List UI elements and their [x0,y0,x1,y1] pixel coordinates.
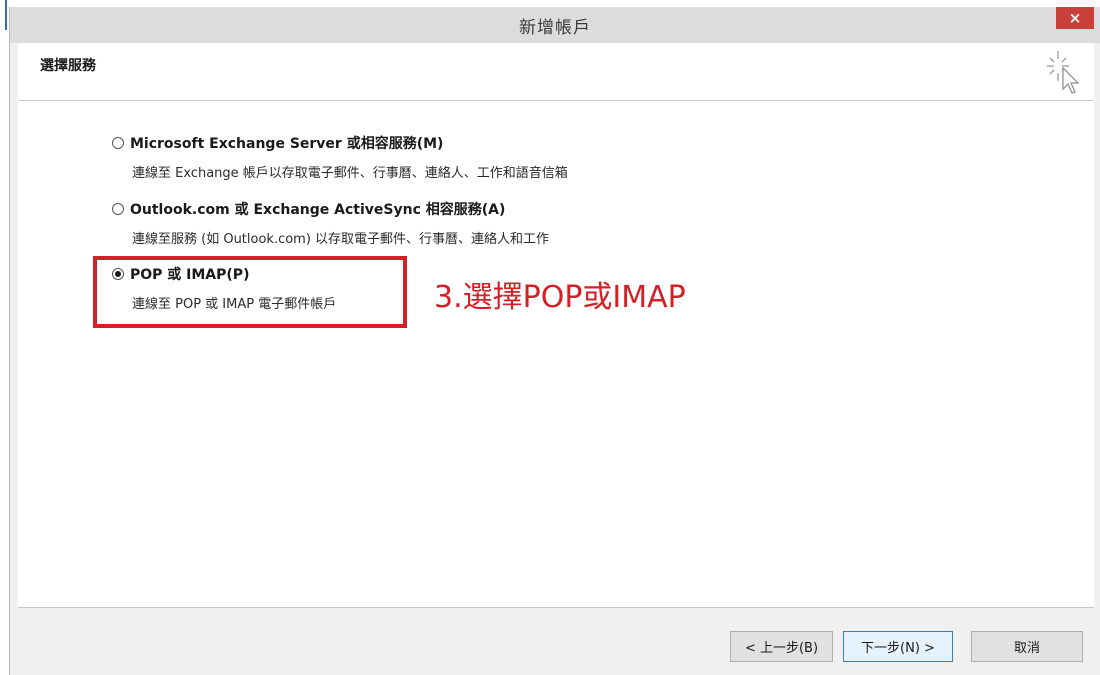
background-window-accent [5,0,7,30]
option-outlook-com[interactable]: Outlook.com 或 Exchange ActiveSync 相容服務(A… [112,199,549,247]
option-outlook-com-label[interactable]: Outlook.com 或 Exchange ActiveSync 相容服務(A… [130,199,505,219]
back-button[interactable]: < 上一步(B) [730,631,833,662]
service-options-panel: Microsoft Exchange Server 或相容服務(M) 連線至 E… [18,101,1094,608]
option-exchange-label[interactable]: Microsoft Exchange Server 或相容服務(M) [130,133,443,153]
next-button[interactable]: 下一步(N) > [843,631,953,662]
wizard-header: 選擇服務 [18,43,1094,101]
close-button[interactable]: × [1056,7,1094,29]
wizard-sparkle-cursor-icon [1047,51,1080,94]
title-bar[interactable]: 新增帳戶 × [10,7,1100,43]
background-window-edge [0,0,9,675]
radio-exchange[interactable] [112,137,124,149]
option-outlook-com-description: 連線至服務 (如 Outlook.com) 以存取電子郵件、行事曆、連絡人和工作 [132,232,550,247]
add-account-dialog: 新增帳戶 × 選擇服務 Microsoft Exchange Server 或相… [9,7,1100,675]
annotation-text: 3.選擇POP或IMAP [434,280,686,315]
cancel-button[interactable]: 取消 [971,631,1083,662]
option-exchange[interactable]: Microsoft Exchange Server 或相容服務(M) 連線至 E… [112,133,568,181]
option-exchange-description: 連線至 Exchange 帳戶以存取電子郵件、行事曆、連絡人、工作和語音信箱 [132,166,568,181]
page-title: 選擇服務 [40,58,96,74]
radio-outlook-com[interactable] [112,203,124,215]
window-title: 新增帳戶 [519,18,591,38]
annotation-highlight-box [93,256,407,328]
